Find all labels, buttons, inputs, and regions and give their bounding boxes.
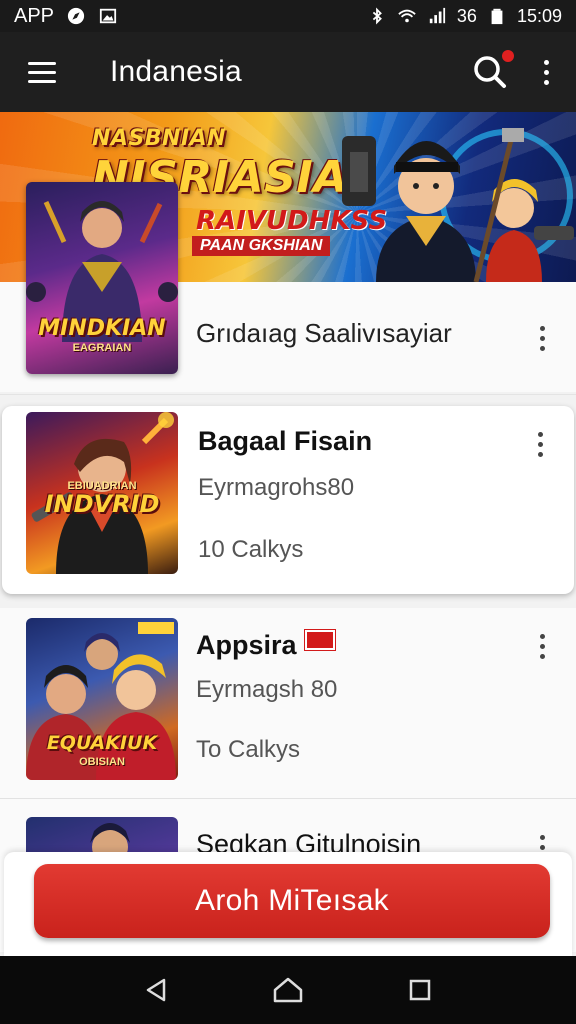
home-button[interactable] bbox=[264, 966, 312, 1014]
item-more-icon[interactable] bbox=[530, 426, 550, 462]
battery-icon bbox=[491, 8, 503, 25]
thumb-title: EQUAKIUK bbox=[46, 732, 158, 754]
primary-action-button[interactable]: Aroh MiTeısak bbox=[34, 864, 550, 938]
game-thumbnail[interactable]: MINDKIAN EAGRAIAN bbox=[26, 182, 178, 374]
signal-icon bbox=[429, 7, 446, 24]
thumb-subtitle: OBISIAN bbox=[79, 756, 125, 768]
list-item[interactable]: EBIUADRIAN INDVRID Bagaal Fisain Eyrmagr… bbox=[2, 406, 574, 594]
recents-button[interactable] bbox=[396, 966, 444, 1014]
thumb-subtitle: EAGRAIAN bbox=[72, 342, 132, 354]
app-title: Indanesia bbox=[110, 55, 242, 88]
item-title-row: Appsira bbox=[196, 630, 335, 661]
wifi-icon bbox=[398, 9, 416, 23]
app-bar: Indanesia bbox=[0, 32, 576, 112]
back-triangle-icon bbox=[146, 978, 166, 1002]
status-bar: APP 36 15:09 bbox=[0, 0, 576, 32]
list-item[interactable]: EQUAKIUK OBISIAN Appsira Eyrmagsh 80 To … bbox=[0, 608, 576, 798]
item-subtitle: Eyrmagsh 80 bbox=[196, 676, 338, 703]
thumb-title: INDVRID bbox=[44, 490, 160, 518]
item-meta: 10 Calkys bbox=[198, 536, 304, 563]
recents-square-icon bbox=[409, 979, 431, 1001]
flag-badge-icon bbox=[304, 630, 335, 650]
item-subtitle: Eyrmagrohs80 bbox=[198, 474, 355, 501]
banner-subtag: PAAN GKSHIAN bbox=[192, 236, 331, 256]
item-title: Appsira bbox=[196, 630, 297, 660]
bottom-action-panel: Aroh MiTeısak bbox=[4, 852, 572, 956]
clock: 15:09 bbox=[516, 5, 562, 26]
status-app-label: APP bbox=[14, 4, 55, 27]
game-thumbnail: EQUAKIUK OBISIAN bbox=[26, 618, 178, 780]
item-meta: To Calkys bbox=[196, 736, 301, 763]
menu-icon[interactable] bbox=[12, 42, 72, 102]
game-thumbnail: EBIUADRIAN INDVRID bbox=[26, 412, 178, 574]
system-nav-bar bbox=[0, 956, 576, 1024]
compass-icon bbox=[67, 7, 85, 25]
image-icon bbox=[99, 8, 117, 24]
home-icon bbox=[273, 977, 303, 1003]
item-title: Grıdaıag Saalivısayiar bbox=[196, 318, 452, 348]
notification-dot bbox=[502, 50, 514, 62]
bluetooth-icon bbox=[372, 7, 382, 25]
carrier-label: 36 bbox=[456, 5, 477, 26]
banner-heroes-illustration bbox=[342, 128, 574, 282]
item-more-icon[interactable] bbox=[532, 628, 552, 664]
more-vert-icon[interactable] bbox=[536, 52, 556, 92]
item-title: Bagaal Fisain bbox=[198, 426, 373, 456]
back-button[interactable] bbox=[132, 966, 180, 1014]
banner-title-small: NASBNIAN bbox=[92, 126, 227, 151]
search-button[interactable] bbox=[470, 50, 514, 92]
item-more-icon[interactable] bbox=[532, 320, 552, 356]
thumb-title: MINDKIAN bbox=[38, 316, 166, 341]
divider bbox=[0, 394, 576, 395]
